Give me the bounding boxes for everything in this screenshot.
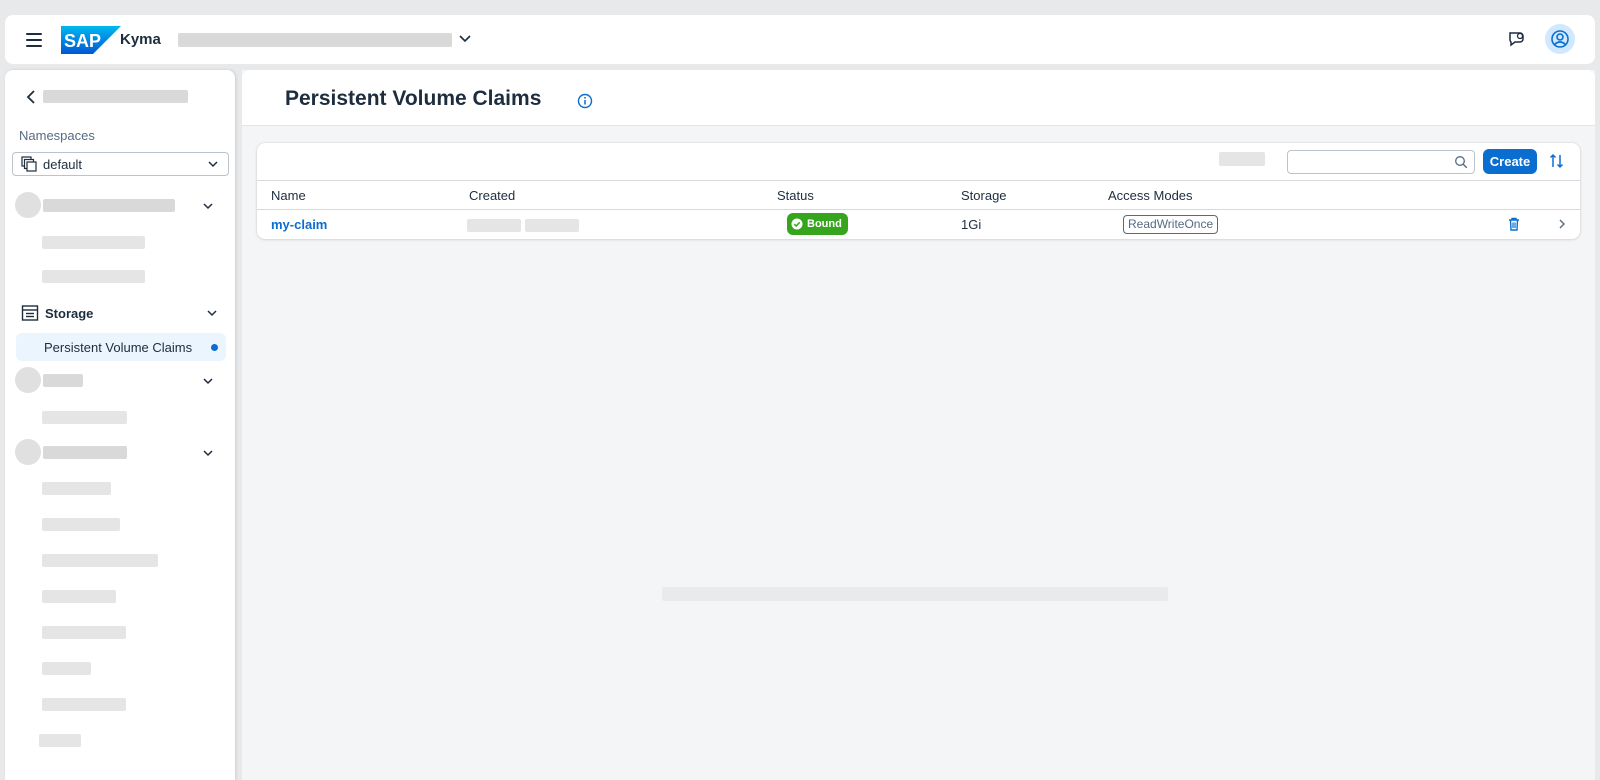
chevron-down-icon[interactable] xyxy=(201,199,215,213)
nav-group-icon-placeholder xyxy=(15,367,41,393)
selected-indicator xyxy=(211,344,218,351)
storage-group-label: Storage xyxy=(45,305,94,321)
nav-group-label-placeholder[interactable] xyxy=(43,199,175,212)
toolbar-placeholder xyxy=(1219,152,1265,166)
delete-icon[interactable] xyxy=(1506,216,1522,232)
column-header-created[interactable]: Created xyxy=(469,188,515,203)
column-header-status[interactable]: Status xyxy=(777,188,814,203)
content-placeholder xyxy=(662,587,1168,601)
search-field[interactable] xyxy=(1287,150,1475,174)
sap-logo: SAP xyxy=(61,26,121,54)
nav-item-placeholder[interactable] xyxy=(42,411,127,424)
pvc-name-link[interactable]: my-claim xyxy=(271,217,327,232)
page-title: Persistent Volume Claims xyxy=(285,87,542,110)
product-name[interactable]: Kyma xyxy=(120,31,161,48)
nav-item-placeholder[interactable] xyxy=(42,554,158,567)
create-button[interactable]: Create xyxy=(1483,149,1537,174)
sidebar-item-persistent-volume-claims[interactable]: Persistent Volume Claims xyxy=(16,333,226,361)
menu-icon[interactable] xyxy=(23,29,45,51)
nav-item-placeholder[interactable] xyxy=(42,626,126,639)
nav-item-placeholder[interactable] xyxy=(42,518,120,531)
nav-item-placeholder[interactable] xyxy=(42,270,145,283)
created-date-placeholder xyxy=(467,219,521,232)
namespaces-label: Namespaces xyxy=(19,128,95,143)
nav-group-icon-placeholder xyxy=(15,439,41,465)
nav-item-placeholder[interactable] xyxy=(42,662,91,675)
nav-item-placeholder[interactable] xyxy=(42,590,116,603)
namespace-select[interactable]: default xyxy=(12,152,229,176)
sidebar-item-label: Persistent Volume Claims xyxy=(44,339,193,355)
shell-bar: SAP Kyma xyxy=(5,15,1595,64)
created-time-placeholder xyxy=(525,219,579,232)
column-header-storage[interactable]: Storage xyxy=(961,188,1007,203)
table-row[interactable]: my-claim Bound 1Gi ReadWriteOnce xyxy=(257,210,1580,239)
column-header-name[interactable]: Name xyxy=(271,188,306,203)
chevron-down-icon xyxy=(207,310,217,317)
nav-item-placeholder[interactable] xyxy=(39,734,81,747)
namespace-icon xyxy=(21,156,37,172)
main-content: Persistent Volume Claims Create Name Cre… xyxy=(242,70,1595,780)
chevron-down-icon[interactable] xyxy=(201,446,215,460)
column-header-access-modes[interactable]: Access Modes xyxy=(1108,188,1193,203)
user-icon xyxy=(1551,30,1569,48)
search-icon[interactable] xyxy=(1454,155,1468,169)
namespace-value: default xyxy=(43,156,83,172)
cluster-link-placeholder[interactable] xyxy=(43,90,188,103)
chevron-down-icon[interactable] xyxy=(457,30,473,46)
user-avatar[interactable] xyxy=(1545,24,1575,54)
nav-group-storage[interactable]: Storage xyxy=(21,302,231,324)
chevron-down-icon[interactable] xyxy=(201,374,215,388)
feedback-icon[interactable] xyxy=(1505,27,1529,51)
nav-group-icon-placeholder xyxy=(15,192,41,218)
storage-icon xyxy=(21,305,39,321)
chevron-down-icon xyxy=(208,161,218,168)
table-header: Name Created Status Storage Access Modes xyxy=(257,180,1580,210)
status-badge: Bound xyxy=(787,213,848,235)
status-text: Bound xyxy=(807,218,842,230)
nav-group-label-placeholder[interactable] xyxy=(43,446,127,459)
pvc-table-card: Create Name Created Status Storage Acces… xyxy=(257,143,1580,239)
side-navigation: Namespaces default Storage Persistent Vo… xyxy=(5,70,235,780)
nav-item-placeholder[interactable] xyxy=(42,698,126,711)
nav-item-placeholder[interactable] xyxy=(42,482,111,495)
chevron-right-icon[interactable] xyxy=(1555,217,1569,231)
cluster-name-placeholder[interactable] xyxy=(178,33,452,47)
nav-item-placeholder[interactable] xyxy=(42,236,145,249)
page-header: Persistent Volume Claims xyxy=(242,70,1595,126)
nav-group-label-placeholder[interactable] xyxy=(43,374,83,387)
svg-text:SAP: SAP xyxy=(64,31,101,51)
storage-value: 1Gi xyxy=(961,217,982,232)
info-icon[interactable] xyxy=(577,93,593,109)
back-arrow-icon[interactable] xyxy=(23,88,41,106)
check-circle-icon xyxy=(791,218,803,230)
access-mode-token: ReadWriteOnce xyxy=(1123,215,1219,234)
sort-icon[interactable] xyxy=(1548,152,1566,170)
search-input[interactable] xyxy=(1294,151,1454,173)
